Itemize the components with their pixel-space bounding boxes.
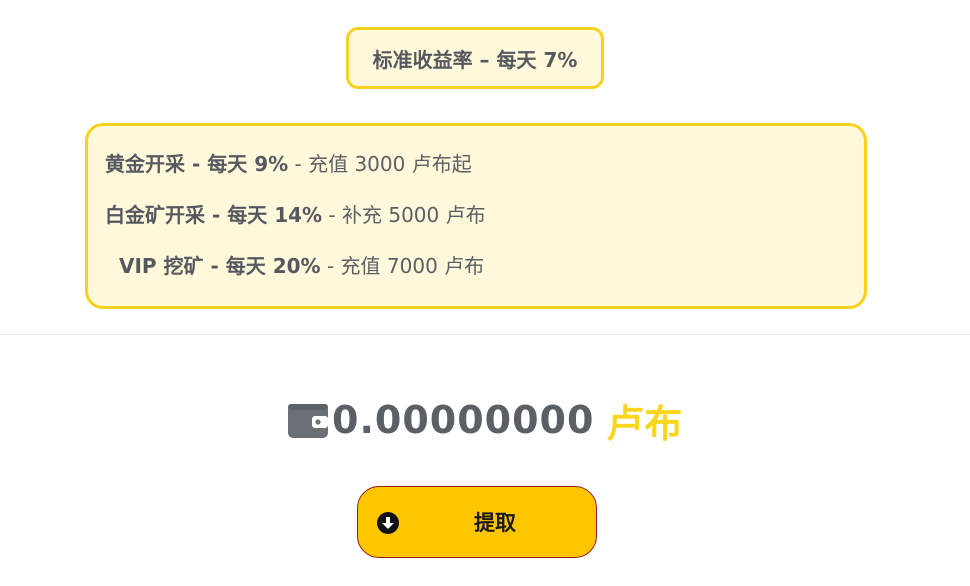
tier-gold: 黄金开采 - 每天 9% - 充值 3000 卢布起 — [105, 148, 472, 177]
tier-vip: VIP 挖矿 - 每天 20% - 充值 7000 卢布 — [119, 250, 484, 279]
balance-value: 0.00000000 — [332, 398, 595, 442]
withdraw-button[interactable]: 提取 — [357, 486, 597, 558]
section-divider — [0, 334, 970, 335]
standard-rate-box: 标准收益率 – 每天 7% — [346, 27, 604, 89]
tier-detail: - 充值 7000 卢布 — [320, 254, 485, 278]
standard-rate-label: 标准收益率 – 每天 7% — [372, 47, 578, 72]
withdraw-label: 提取 — [474, 511, 516, 535]
balance-display: 0.00000000 卢布 — [286, 395, 683, 446]
wallet-icon — [288, 404, 328, 438]
tier-detail: - 充值 3000 卢布起 — [288, 152, 472, 176]
tier-title: 黄金开采 - 每天 9% — [105, 152, 289, 176]
page: 标准收益率 – 每天 7% 黄金开采 - 每天 9% - 充值 3000 卢布起… — [0, 0, 970, 586]
balance-currency: 卢布 — [606, 401, 683, 446]
tier-title: 白金矿开采 - 每天 14% — [105, 203, 323, 227]
tier-detail: - 补充 5000 卢布 — [322, 203, 486, 227]
mining-tiers-box: 黄金开采 - 每天 9% - 充值 3000 卢布起 白金矿开采 - 每天 14… — [85, 123, 867, 309]
tier-platinum: 白金矿开采 - 每天 14% - 补充 5000 卢布 — [105, 199, 486, 228]
tier-title: VIP 挖矿 - 每天 20% — [119, 254, 321, 278]
